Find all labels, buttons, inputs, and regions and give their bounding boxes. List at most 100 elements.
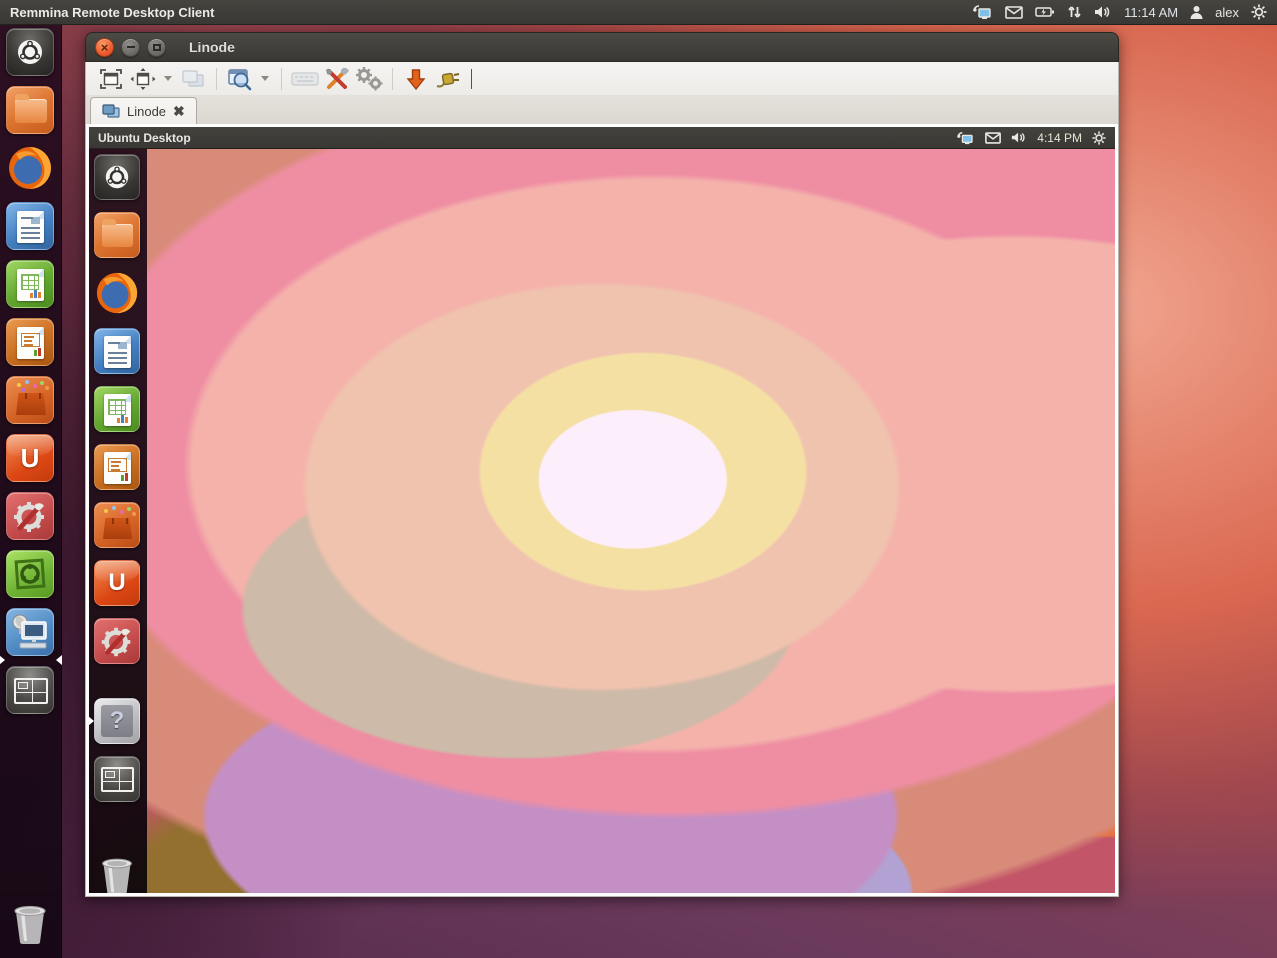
launcher-item-libreoffice-calc[interactable] <box>6 260 54 308</box>
tab-linode[interactable]: Linode ✖ <box>90 97 197 124</box>
volume-icon[interactable] <box>1094 5 1112 19</box>
toolbar-separator <box>216 68 217 90</box>
impress-document-icon <box>17 327 44 359</box>
scaled-mode-dropdown[interactable] <box>261 76 269 81</box>
scaled-mode-button[interactable] <box>225 65 255 93</box>
launcher-item-files[interactable] <box>6 86 54 134</box>
toolbar-separator <box>392 68 393 90</box>
remote-launcher-item-workspace-switcher[interactable] <box>94 756 140 802</box>
session-gear-icon[interactable] <box>1251 4 1267 20</box>
tab-connection-icon <box>102 104 120 118</box>
remote-window-running-indicator <box>89 716 94 726</box>
top-panel: Remmina Remote Desktop Client <box>0 0 1277 25</box>
impress-document-icon <box>104 452 131 484</box>
bandwidth-icon[interactable] <box>1067 5 1082 19</box>
fullscreen-button[interactable] <box>96 65 126 93</box>
session-gear-icon[interactable] <box>1092 131 1106 145</box>
keyboard-icon <box>291 70 319 88</box>
window-titlebar[interactable]: × Linode <box>85 32 1119 62</box>
firefox-icon <box>6 144 54 192</box>
user-icon <box>1190 5 1203 19</box>
remote-launcher-item-system-settings[interactable] <box>94 618 140 664</box>
settings-gear-wrench-icon <box>98 622 136 660</box>
screenshot-download-button[interactable] <box>401 65 431 93</box>
remote-clock[interactable]: 4:14 PM <box>1037 131 1082 145</box>
trash-icon <box>6 900 54 948</box>
folder-icon <box>102 224 133 247</box>
fit-window-dropdown[interactable] <box>164 76 172 81</box>
launcher-item-dash[interactable] <box>6 28 54 76</box>
battery-icon[interactable] <box>1035 6 1055 18</box>
toolbar-separator <box>281 68 282 90</box>
remote-launcher-item-software-center[interactable] <box>94 502 140 548</box>
writer-document-icon <box>104 336 131 368</box>
workspace-grid-icon <box>101 767 134 792</box>
tools-icon <box>324 66 350 92</box>
remote-launcher-item-firefox[interactable] <box>94 270 140 316</box>
launcher-item-software-center[interactable] <box>6 376 54 424</box>
remmina-toolbar <box>85 62 1119 95</box>
duplicate-icon <box>181 69 205 89</box>
remote-launcher-item-libreoffice-impress[interactable] <box>94 444 140 490</box>
remmina-icon <box>8 610 52 654</box>
plug-icon <box>435 68 461 90</box>
launcher-item-libreoffice-writer[interactable] <box>6 202 54 250</box>
remmina-window: × Linode <box>85 32 1119 897</box>
remote-launcher-item-libreoffice-writer[interactable] <box>94 328 140 374</box>
launcher-item-software-updater[interactable] <box>6 550 54 598</box>
window-close-button[interactable]: × <box>95 38 114 57</box>
remote-launcher-item-ubuntu-one[interactable]: U <box>94 560 140 606</box>
folder-icon <box>15 99 47 123</box>
writer-document-icon <box>17 211 44 243</box>
network-connection-icon[interactable] <box>971 4 993 20</box>
launcher-item-system-settings[interactable] <box>6 492 54 540</box>
launcher-item-workspace-switcher[interactable] <box>6 666 54 714</box>
disconnect-button[interactable] <box>433 65 463 93</box>
top-panel-title: Remmina Remote Desktop Client <box>10 5 214 20</box>
launcher-item-libreoffice-impress[interactable] <box>6 318 54 366</box>
unity-launcher: U <box>0 25 62 958</box>
scaled-mode-icon <box>227 67 253 91</box>
mail-icon[interactable] <box>1005 6 1023 19</box>
fit-window-button[interactable] <box>128 65 158 93</box>
dash-icon <box>15 37 45 67</box>
calc-document-icon <box>104 394 131 426</box>
remote-launcher-item-unknown-window[interactable]: ? <box>94 698 140 744</box>
mail-icon[interactable] <box>985 132 1001 144</box>
remote-launcher-item-trash[interactable] <box>94 853 140 893</box>
desktop: Remmina Remote Desktop Client <box>0 0 1277 958</box>
workspace-grid-icon <box>14 678 48 704</box>
launcher-item-firefox[interactable] <box>6 144 54 192</box>
send-keys-button <box>290 65 320 93</box>
volume-icon[interactable] <box>1011 131 1027 144</box>
duplicate-connection-button <box>178 65 208 93</box>
user-menu[interactable]: alex <box>1215 5 1239 20</box>
remote-launcher-item-dash[interactable] <box>94 154 140 200</box>
remote-launcher-item-libreoffice-calc[interactable] <box>94 386 140 432</box>
fullscreen-icon <box>99 68 123 90</box>
remmina-focused-indicator <box>56 655 62 665</box>
trash-icon <box>94 853 140 893</box>
remote-panel-title: Ubuntu Desktop <box>98 131 191 145</box>
window-minimize-button[interactable] <box>121 38 140 57</box>
launcher-item-remmina[interactable] <box>6 608 54 656</box>
tab-label: Linode <box>127 104 166 119</box>
remmina-running-indicator <box>0 655 5 665</box>
tools-button[interactable] <box>322 65 352 93</box>
dash-icon <box>103 163 131 191</box>
window-maximize-button[interactable] <box>147 38 166 57</box>
updater-icon <box>12 556 48 592</box>
window-content: Ubuntu Desktop <box>85 124 1119 897</box>
calc-document-icon <box>17 269 44 301</box>
launcher-item-trash[interactable] <box>6 900 54 948</box>
preferences-button[interactable] <box>354 65 384 93</box>
remote-launcher-item-files[interactable] <box>94 212 140 258</box>
tab-close-button[interactable]: ✖ <box>173 103 185 120</box>
remote-desktop-view[interactable]: Ubuntu Desktop <box>89 127 1115 893</box>
network-connection-icon[interactable] <box>955 131 975 145</box>
fit-window-icon <box>130 68 156 90</box>
window-title: Linode <box>189 39 235 55</box>
launcher-item-ubuntu-one[interactable]: U <box>6 434 54 482</box>
clock[interactable]: 11:14 AM <box>1124 5 1178 20</box>
remote-top-panel: Ubuntu Desktop <box>89 127 1115 149</box>
